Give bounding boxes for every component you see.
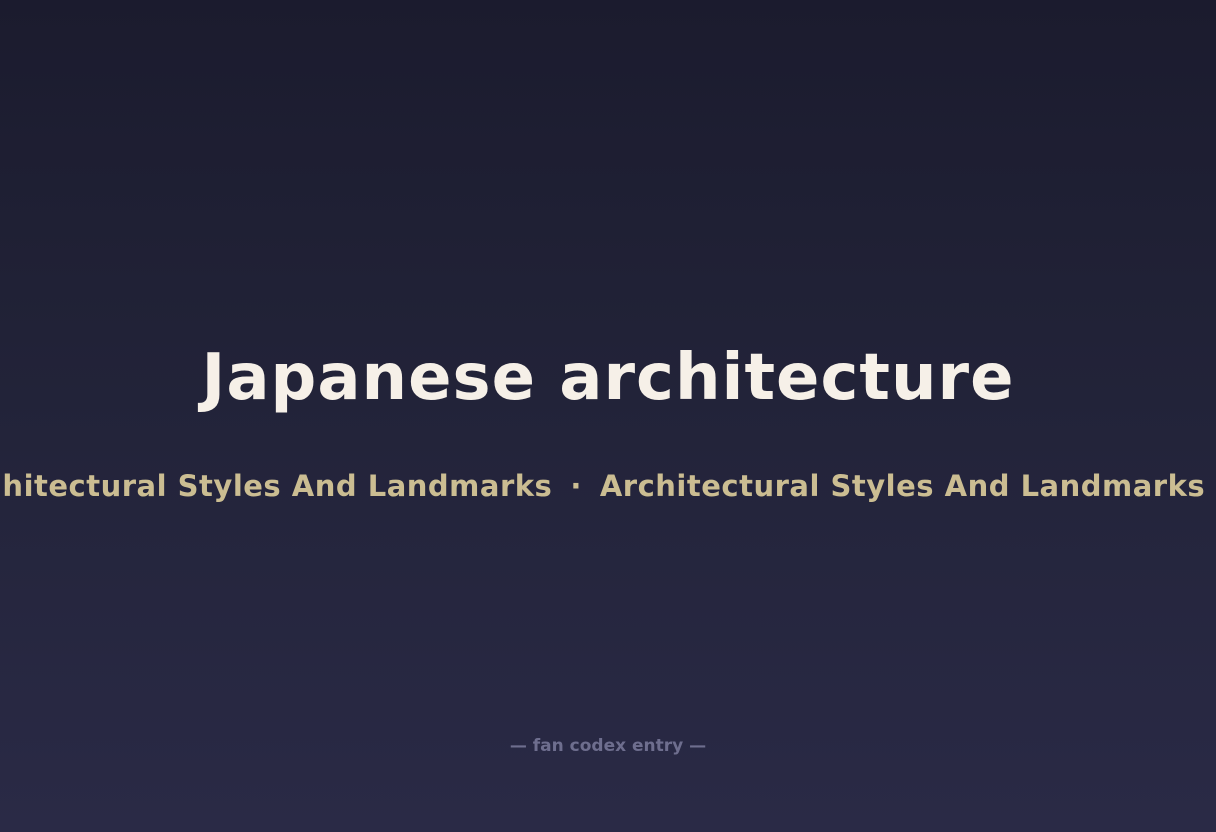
page-title: Japanese architecture [201,341,1015,415]
ticker-track: Architectural Styles And Landmarks · Archi… [0,464,1216,508]
ticker-item: Architectural Styles And Landmarks [0,469,553,503]
footer-caption: — fan codex entry — [509,736,707,756]
subtitle-ticker: Architectural Styles And Landmarks · Archi… [0,464,1216,508]
ticker-item: Architectural Styles And Landmarks 2 [599,469,1216,503]
ticker-separator: · [570,469,582,503]
